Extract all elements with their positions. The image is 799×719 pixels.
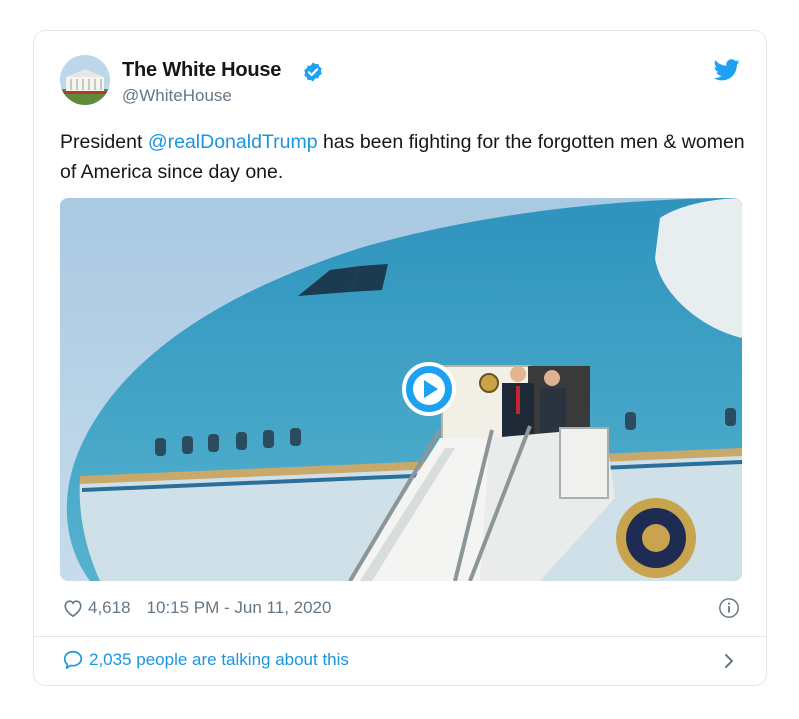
like-count[interactable]: 4,618 bbox=[88, 598, 131, 618]
tweet-text-start: President bbox=[60, 131, 148, 153]
avatar[interactable] bbox=[60, 55, 110, 105]
timestamp[interactable]: 10:15 PM - Jun 11, 2020 bbox=[147, 598, 332, 618]
mention-link[interactable]: @realDonaldTrump bbox=[148, 131, 318, 153]
twitter-bird-icon[interactable] bbox=[714, 59, 740, 81]
tweet-text: President @realDonaldTrump has been figh… bbox=[60, 127, 750, 187]
play-icon[interactable] bbox=[402, 362, 456, 416]
tweet-card[interactable]: The White House @WhiteHouse President @r… bbox=[33, 30, 767, 686]
chevron-right-icon[interactable] bbox=[722, 651, 736, 671]
heart-icon[interactable] bbox=[62, 598, 84, 618]
conversation-link[interactable]: 2,035 people are talking about this bbox=[62, 649, 349, 671]
author-name[interactable]: The White House bbox=[122, 59, 281, 82]
info-icon[interactable] bbox=[718, 597, 740, 619]
tweet-stats: 4,618 10:15 PM - Jun 11, 2020 bbox=[62, 596, 331, 620]
verified-badge-icon bbox=[304, 62, 322, 82]
author-handle[interactable]: @WhiteHouse bbox=[122, 86, 232, 106]
conversation-count[interactable]: 2,035 people are talking about this bbox=[89, 650, 349, 670]
speech-bubble-icon bbox=[63, 650, 83, 670]
divider bbox=[34, 636, 766, 637]
video-thumbnail[interactable] bbox=[60, 198, 742, 581]
